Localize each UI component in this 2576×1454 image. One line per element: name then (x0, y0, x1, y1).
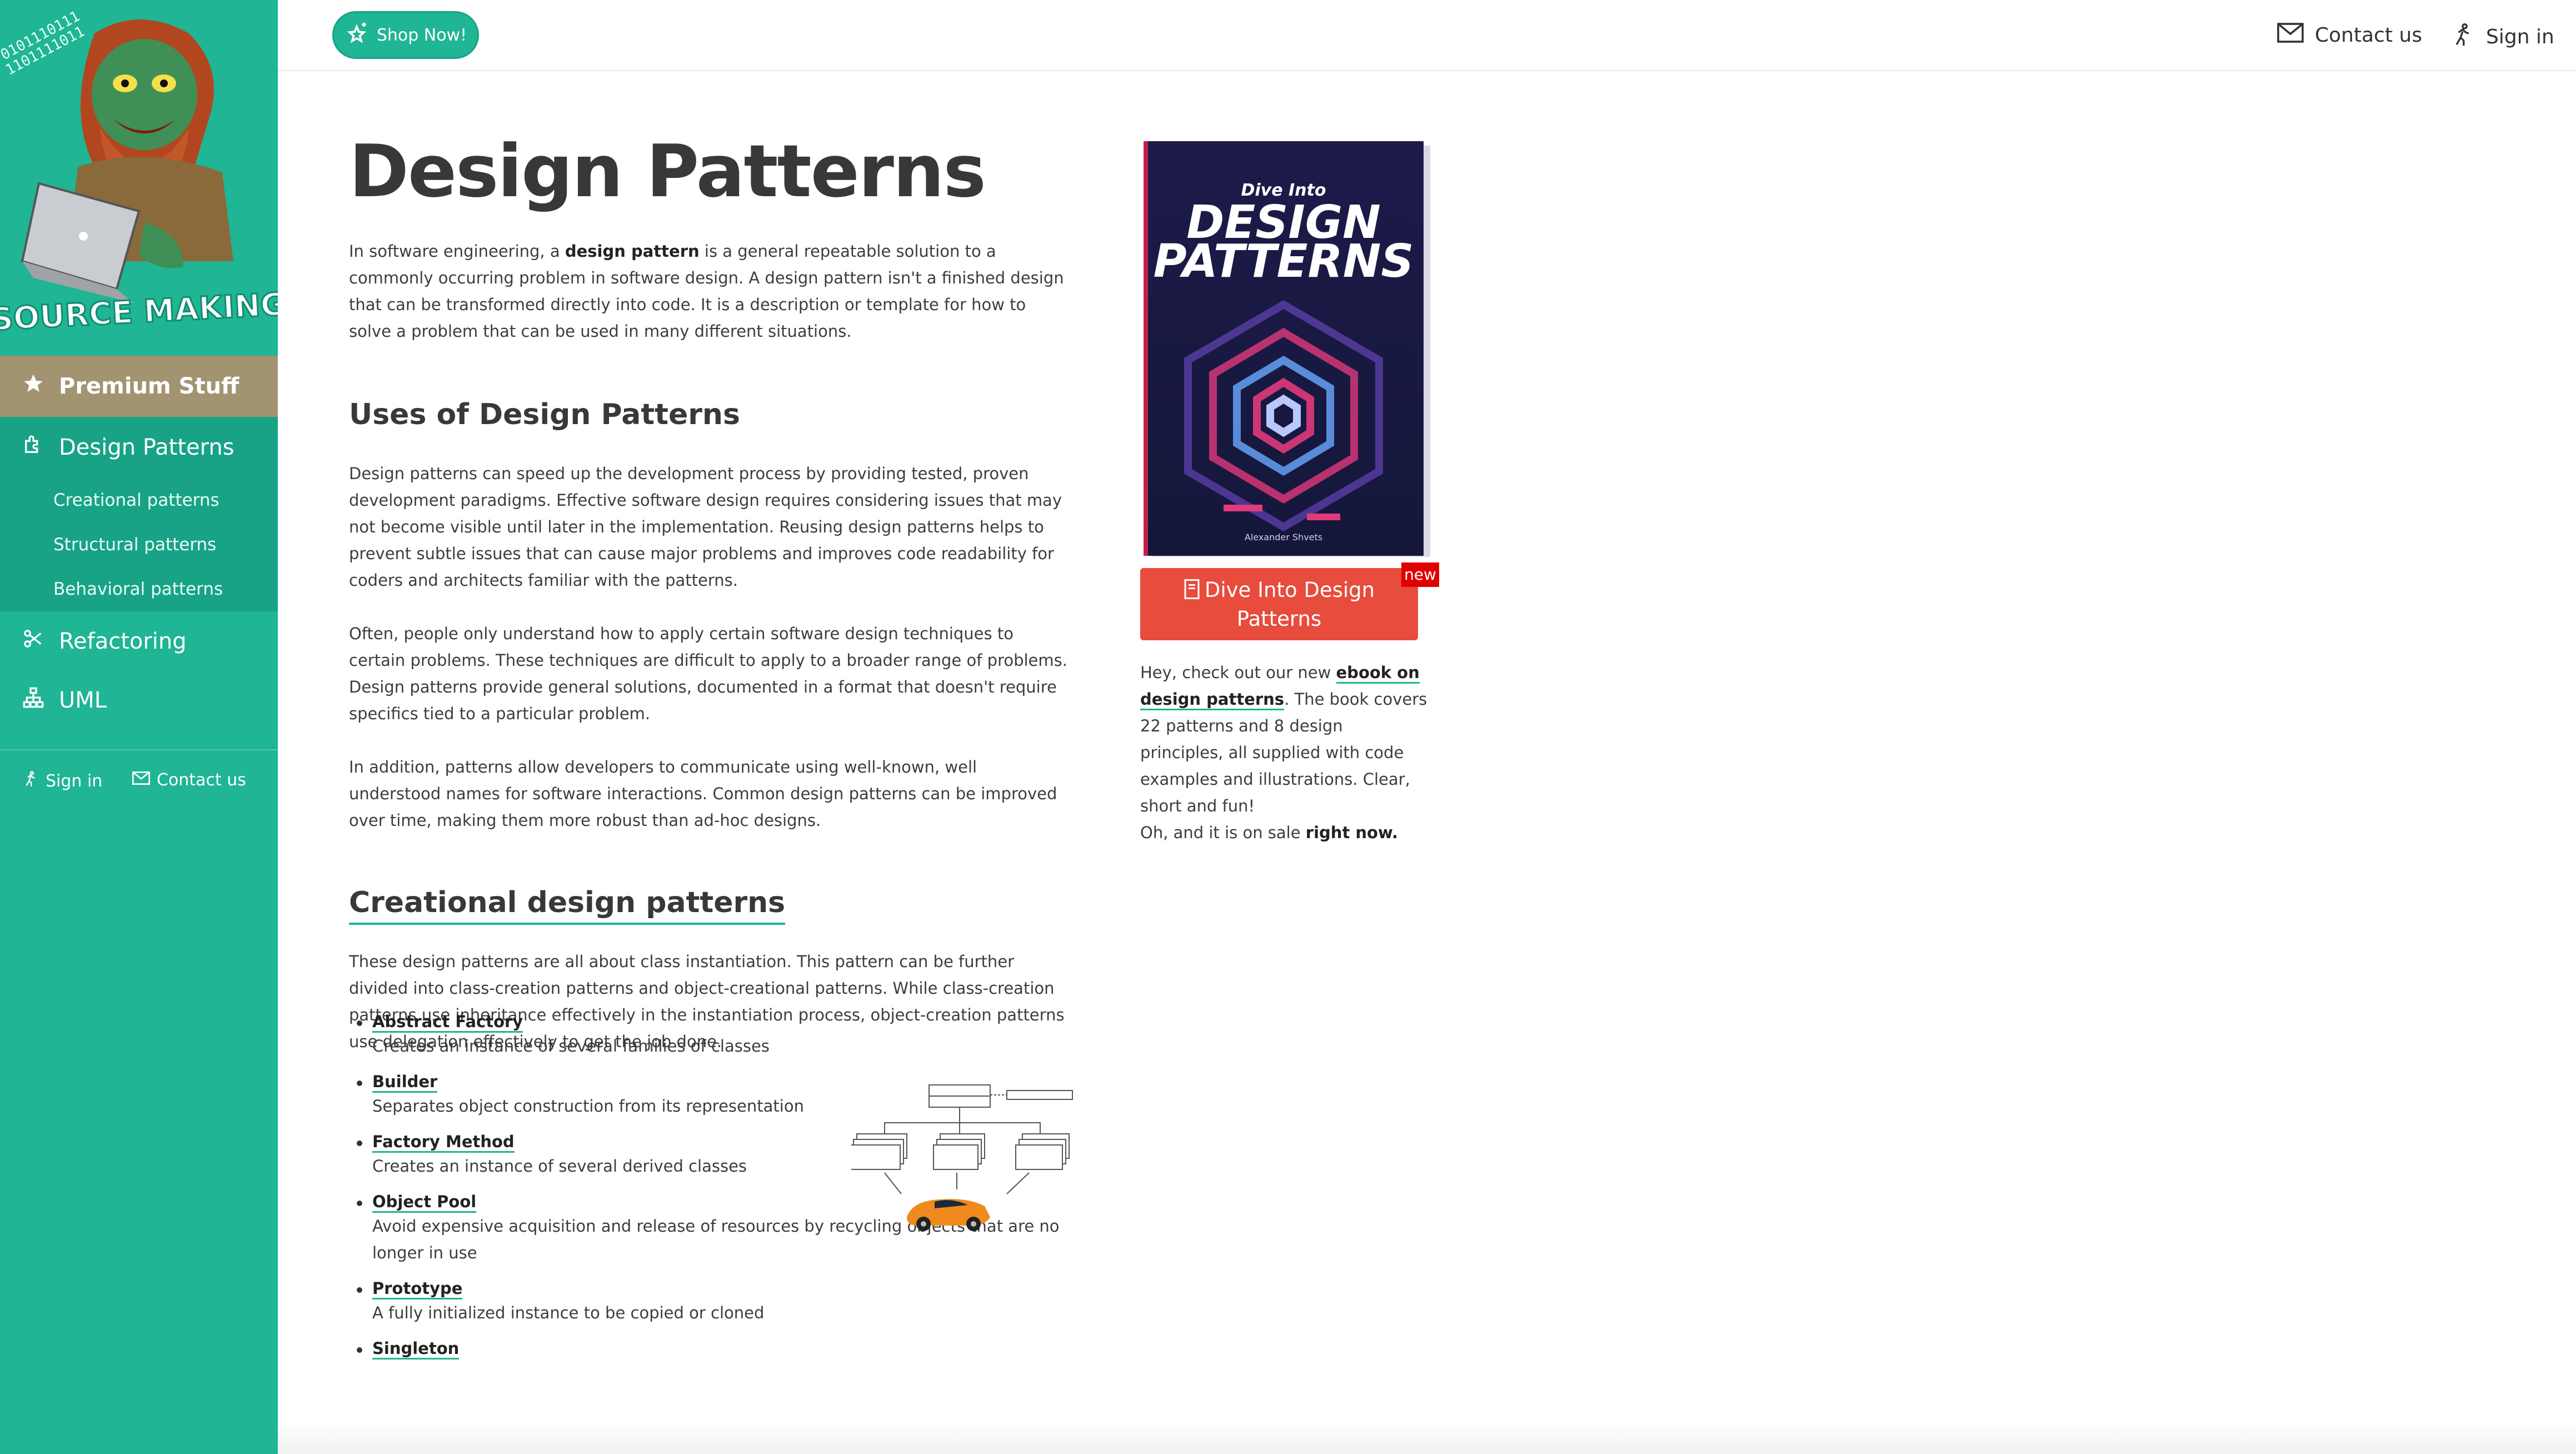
sidebar-item-label: Design Patterns (59, 435, 234, 460)
sale-text-pre: Oh, and it is on sale (1140, 823, 1306, 842)
sidebar-sign-in-link[interactable]: Sign in (22, 770, 102, 791)
pattern-description: Separates object construction from its r… (372, 1097, 804, 1116)
uml-diagram-image (850, 1084, 1074, 1239)
running-person-icon (2450, 22, 2475, 52)
svg-text:SOURCE MAKING: SOURCE MAKING (0, 286, 278, 338)
buy-button-label: Dive Into Design Patterns (1204, 578, 1375, 631)
list-item: Abstract Factory Creates an instance of … (349, 1008, 1082, 1059)
shop-now-label: Shop Now! (376, 25, 467, 45)
book-cover-icon: Dive Into DESIGN PATTERNS Alexander Shve… (1144, 141, 1430, 557)
goblin-mascot-icon: 0101110111 1101111011 SOURCE MAKING (0, 8, 288, 338)
logo[interactable]: 0101110111 1101111011 SOURCE MAKING (0, 0, 288, 356)
creational-heading[interactable]: Creational design patterns (349, 886, 786, 925)
uses-paragraph-3: In addition, patterns allow developers t… (349, 758, 1057, 830)
book-cover-image[interactable]: Dive Into DESIGN PATTERNS Alexander Shve… (1140, 138, 1435, 560)
envelope-icon (2277, 22, 2304, 48)
star-icon (22, 372, 46, 400)
uses-paragraph-2: Often, people only understand how to app… (349, 624, 1067, 723)
running-person-icon (22, 770, 39, 791)
uses-paragraph-1: Design patterns can speed up the develop… (349, 464, 1062, 590)
bottom-scroll-fade (278, 1421, 2576, 1454)
top-bar: Shop Now! Contact us Sign in (278, 0, 2576, 71)
pattern-link-abstract-factory[interactable]: Abstract Factory (372, 1008, 523, 1033)
promo-text: Hey, check out our new ebook on design p… (1140, 659, 1429, 819)
uses-heading: Uses of Design Patterns (349, 398, 740, 431)
sale-text-bold: right now. (1305, 823, 1398, 842)
dive-into-design-patterns-button[interactable]: Dive Into Design Patterns (1140, 568, 1418, 640)
sidebar-item-behavioral[interactable]: Behavioral patterns (0, 567, 278, 611)
new-badge: new (1401, 562, 1439, 587)
page-title: Design Patterns (349, 129, 986, 213)
list-item: Singleton (349, 1335, 1082, 1360)
pattern-description: Creates an instance of several derived c… (372, 1157, 747, 1176)
sidebar-item-refactoring[interactable]: Refactoring (0, 611, 278, 671)
sidebar-item-design-patterns[interactable]: Design Patterns (0, 417, 278, 478)
contact-us-link[interactable]: Contact us (2277, 22, 2422, 48)
sidebar-contact-label: Contact us (157, 770, 246, 790)
contact-us-label: Contact us (2315, 24, 2423, 47)
sitemap-icon (22, 686, 46, 714)
sidebar-item-label: Refactoring (59, 629, 187, 654)
envelope-icon (132, 770, 150, 790)
pattern-link-builder[interactable]: Builder (372, 1068, 438, 1093)
intro-paragraph: In software engineering, a design patter… (349, 238, 1071, 345)
sidebar-sign-in-label: Sign in (46, 771, 103, 791)
promo-text-pre: Hey, check out our new (1140, 663, 1336, 682)
pattern-link-singleton[interactable]: Singleton (372, 1335, 460, 1360)
list-item: Prototype A fully initialized instance t… (349, 1275, 1082, 1326)
sidebar: 0101110111 1101111011 SOURCE MAKING Prem… (0, 0, 288, 1454)
intro-bold: design pattern (565, 242, 700, 261)
pattern-description: A fully initialized instance to be copie… (372, 1303, 765, 1322)
sale-text: Oh, and it is on sale right now. (1140, 819, 1429, 846)
scissors-icon (22, 628, 46, 655)
sidebar-item-uml[interactable]: UML (0, 670, 278, 730)
sidebar-divider (0, 749, 278, 750)
shop-now-button[interactable]: Shop Now! (332, 11, 479, 59)
creational-heading-label: Creational design patterns (349, 886, 786, 925)
sign-in-label: Sign in (2486, 26, 2554, 48)
class-diagram-icon (850, 1084, 1073, 1231)
svg-text:PATTERNS: PATTERNS (1154, 235, 1414, 288)
pattern-link-factory-method[interactable]: Factory Method (372, 1128, 515, 1153)
sidebar-item-creational[interactable]: Creational patterns (0, 478, 278, 522)
sidebar-item-label: Premium Stuff (59, 374, 239, 399)
puzzle-icon (22, 434, 46, 461)
sign-in-link[interactable]: Sign in (2450, 22, 2554, 52)
pattern-link-prototype[interactable]: Prototype (372, 1275, 463, 1299)
pattern-description: Creates an instance of several families … (372, 1037, 770, 1055)
sidebar-item-premium[interactable]: Premium Stuff (0, 356, 278, 417)
sidebar-subnav: Creational patterns Structural patterns … (0, 478, 278, 611)
sparkle-star-icon (345, 21, 369, 49)
sidebar-item-label: UML (59, 688, 107, 713)
book-icon (1184, 579, 1200, 606)
pattern-link-object-pool[interactable]: Object Pool (372, 1188, 477, 1213)
sidebar-contact-link[interactable]: Contact us (132, 770, 246, 790)
sidebar-item-structural[interactable]: Structural patterns (0, 522, 278, 567)
svg-text:Alexander Shvets: Alexander Shvets (1245, 532, 1322, 542)
intro-text: In software engineering, a (349, 242, 565, 261)
